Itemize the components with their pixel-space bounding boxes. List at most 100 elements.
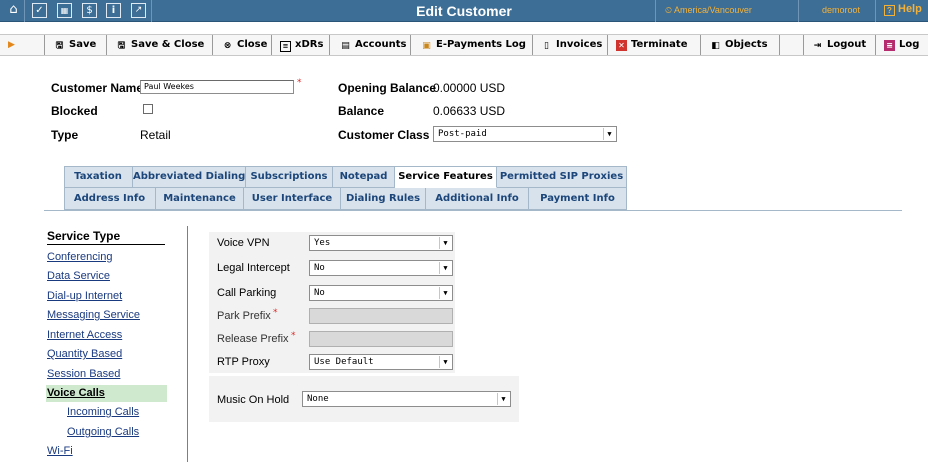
nav-item-outgoing-calls[interactable]: Outgoing Calls [67, 426, 139, 438]
divider [410, 35, 411, 55]
nav-item-dial-up-internet[interactable]: Dial-up Internet [47, 290, 122, 302]
clock-icon: ⏲ [665, 5, 673, 15]
customer-class-label: Customer Class [338, 128, 430, 142]
legal-intercept-select[interactable]: No ▼ [309, 260, 453, 276]
close-button[interactable]: ⊗ Close [219, 35, 268, 55]
play-icon: ▶ [8, 40, 15, 50]
log-button[interactable]: ≡ Log [881, 35, 919, 55]
help-link[interactable]: ? Help [884, 3, 922, 16]
release-prefix-label: Release Prefix [217, 333, 289, 345]
divider [532, 35, 533, 55]
tab-permitted-sip-proxies[interactable]: Permitted SIP Proxies [497, 166, 627, 188]
required-mark: * [291, 331, 296, 341]
timezone-label[interactable]: ⏲ America/Vancouver [665, 5, 752, 16]
park-prefix-label: Park Prefix [217, 310, 271, 322]
save-label: Save [69, 39, 97, 50]
rtp-proxy-select[interactable]: Use Default ▼ [309, 354, 453, 370]
release-prefix-input[interactable] [309, 331, 453, 347]
voice-vpn-label: Voice VPN [217, 237, 270, 249]
divider [187, 226, 188, 462]
nav-item-voice-calls[interactable]: Voice Calls [46, 385, 167, 402]
terminate-button[interactable]: ✕ Terminate [613, 35, 687, 55]
type-value: Retail [140, 128, 171, 142]
balance-label: Balance [338, 104, 385, 118]
divider [700, 35, 701, 55]
customer-class-select[interactable]: Post-paid ▼ [433, 126, 617, 142]
username-label[interactable]: demoroot [808, 5, 874, 15]
nav-item-session-based[interactable]: Session Based [47, 368, 120, 380]
list-icon: ≡ [280, 41, 291, 52]
call-parking-value: No [314, 288, 325, 298]
nav-item-wi-fi[interactable]: Wi-Fi [47, 445, 73, 457]
payment-icon: ▣ [422, 41, 431, 51]
nav-item-data-service[interactable]: Data Service [47, 270, 110, 282]
document-icon: ▯ [544, 41, 549, 51]
music-on-hold-label: Music On Hold [217, 394, 290, 406]
logout-icon: ⇥ [813, 41, 822, 51]
tab-additional-info[interactable]: Additional Info [426, 188, 529, 210]
xdrs-label: xDRs [295, 39, 324, 50]
invoices-button[interactable]: ▯ Invoices [538, 35, 602, 55]
blocked-label: Blocked [51, 104, 98, 118]
divider [607, 35, 608, 55]
divider [798, 0, 799, 22]
nav-item-quantity-based[interactable]: Quantity Based [47, 348, 122, 360]
nav-item-internet-access[interactable]: Internet Access [47, 329, 122, 341]
tab-maintenance[interactable]: Maintenance [156, 188, 244, 210]
call-parking-label: Call Parking [217, 287, 277, 299]
legal-intercept-label: Legal Intercept [217, 262, 290, 274]
epayments-label: E-Payments Log [436, 39, 526, 50]
timezone-text: America/Vancouver [674, 5, 752, 15]
tab-taxation[interactable]: Taxation [64, 166, 133, 188]
save-close-button[interactable]: 🖫 Save & Close [113, 35, 205, 55]
voice-vpn-select[interactable]: Yes ▼ [309, 235, 453, 251]
divider [106, 35, 107, 55]
divider [803, 35, 804, 55]
tab-abbreviated-dialing[interactable]: Abbreviated Dialing [133, 166, 246, 188]
tab-notepad[interactable]: Notepad [333, 166, 395, 188]
log-label: Log [899, 39, 920, 50]
legal-intercept-value: No [314, 263, 325, 273]
voice-vpn-value: Yes [314, 238, 331, 248]
divider [779, 35, 780, 55]
save-button[interactable]: 🖫 Save [51, 35, 97, 55]
opening-balance-label: Opening Balance [338, 81, 437, 95]
tab-subscriptions[interactable]: Subscriptions [246, 166, 333, 188]
chevron-down-icon: ▼ [439, 356, 451, 368]
blocked-checkbox[interactable] [143, 104, 153, 114]
terminate-label: Terminate [631, 39, 688, 50]
tab-service-features[interactable]: Service Features [395, 166, 497, 188]
tab-payment-info[interactable]: Payment Info [529, 188, 627, 210]
divider [329, 35, 330, 55]
required-mark: * [297, 78, 302, 88]
epayments-log-button[interactable]: ▣ E-Payments Log [418, 35, 526, 55]
xdrs-button[interactable]: ≡ xDRs [277, 35, 323, 55]
tab-user-interface[interactable]: User Interface [244, 188, 341, 210]
log-icon: ≡ [884, 40, 895, 51]
objects-icon: ◧ [711, 41, 720, 51]
accounts-button[interactable]: ▤ Accounts [337, 35, 406, 55]
divider [875, 35, 876, 55]
top-bar: ⌂ ✓ ▦ $ i ↗ Edit Customer ⏲ America/Vanc… [0, 0, 928, 22]
call-parking-select[interactable]: No ▼ [309, 285, 453, 301]
customer-name-input[interactable]: Paul Weekes [140, 80, 294, 94]
customer-name-label: Customer Name [51, 81, 144, 95]
divider [44, 35, 45, 55]
nav-item-messaging-service[interactable]: Messaging Service [47, 309, 140, 321]
customer-class-value: Post-paid [438, 129, 487, 139]
music-on-hold-select[interactable]: None ▼ [302, 391, 511, 407]
chevron-down-icon: ▼ [439, 237, 451, 249]
balance-value: 0.06633 USD [433, 104, 506, 118]
park-prefix-input[interactable] [309, 308, 453, 324]
divider [212, 35, 213, 55]
logout-label: Logout [827, 39, 867, 50]
tab-bar: Taxation Abbreviated Dialing Subscriptio… [64, 166, 627, 210]
objects-button[interactable]: ◧ Objects [707, 35, 767, 55]
save-close-label: Save & Close [131, 39, 205, 50]
nav-item-conferencing[interactable]: Conferencing [47, 251, 112, 263]
nav-item-incoming-calls[interactable]: Incoming Calls [67, 406, 139, 418]
page-title: Edit Customer [416, 3, 512, 19]
tab-address-info[interactable]: Address Info [64, 188, 156, 210]
logout-button[interactable]: ⇥ Logout [809, 35, 866, 55]
tab-dialing-rules[interactable]: Dialing Rules [341, 188, 426, 210]
